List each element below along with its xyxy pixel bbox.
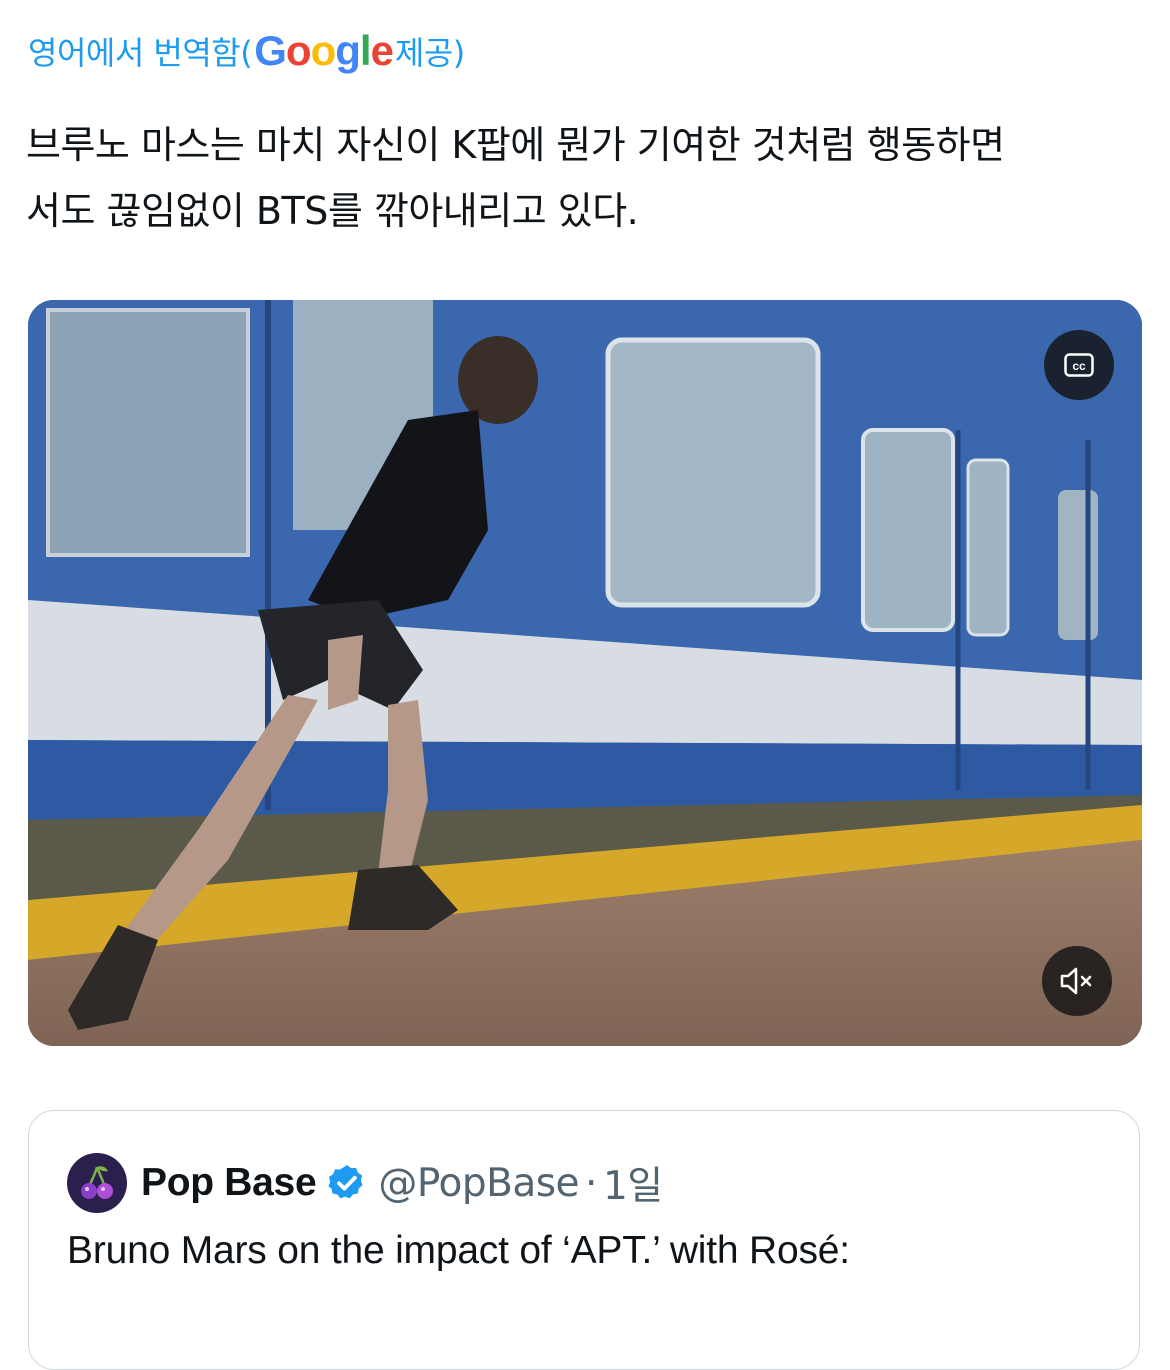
translation-prefix: 영어에서 번역함( — [28, 34, 253, 72]
google-letter: l — [359, 27, 372, 74]
google-letter: o — [285, 27, 312, 74]
captions-button[interactable]: cc — [1044, 330, 1114, 400]
meta-separator: · — [585, 1160, 597, 1206]
tweet-text: 브루노 마스는 마치 자신이 K팝에 뭔가 기여한 것처럼 행동하면 서도 끊임… — [26, 112, 1136, 244]
unmute-button[interactable] — [1042, 946, 1112, 1016]
verified-badge-icon — [328, 1165, 363, 1199]
translation-attribution[interactable]: 영어에서 번역함( Google 제공) — [28, 26, 465, 76]
closed-captions-icon: cc — [1064, 353, 1094, 377]
video-frame — [28, 300, 1142, 1046]
muted-speaker-icon — [1060, 967, 1092, 995]
google-letter: e — [370, 27, 394, 74]
svg-text:cc: cc — [1072, 359, 1086, 373]
tweet-text-line: 서도 끊임없이 BTS를 깎아내리고 있다. — [26, 189, 639, 233]
avatar[interactable] — [67, 1153, 127, 1213]
cherry-avatar-icon — [81, 1166, 113, 1199]
google-letter: g — [335, 27, 361, 74]
google-wordmark: Google — [254, 27, 394, 75]
user-handle[interactable]: @PopBase — [378, 1161, 579, 1206]
display-name[interactable]: Pop Base — [141, 1161, 317, 1205]
quoted-tweet-text: Bruno Mars on the impact of ‘APT.’ with … — [67, 1229, 850, 1272]
tweet-text-line: 브루노 마스는 마치 자신이 K팝에 뭔가 기여한 것처럼 행동하면 — [26, 123, 1005, 167]
quoted-tweet-header: Pop Base @PopBase · 1일 — [67, 1153, 663, 1213]
google-letter: o — [310, 27, 337, 74]
verified-badge — [326, 1162, 368, 1204]
google-letter: G — [254, 27, 287, 74]
quoted-tweet[interactable]: Pop Base @PopBase · 1일 Bruno Mars on the… — [28, 1110, 1140, 1370]
timestamp[interactable]: 1일 — [603, 1155, 663, 1211]
video-player[interactable]: cc — [28, 300, 1142, 1046]
translation-suffix: 제공) — [394, 34, 465, 72]
